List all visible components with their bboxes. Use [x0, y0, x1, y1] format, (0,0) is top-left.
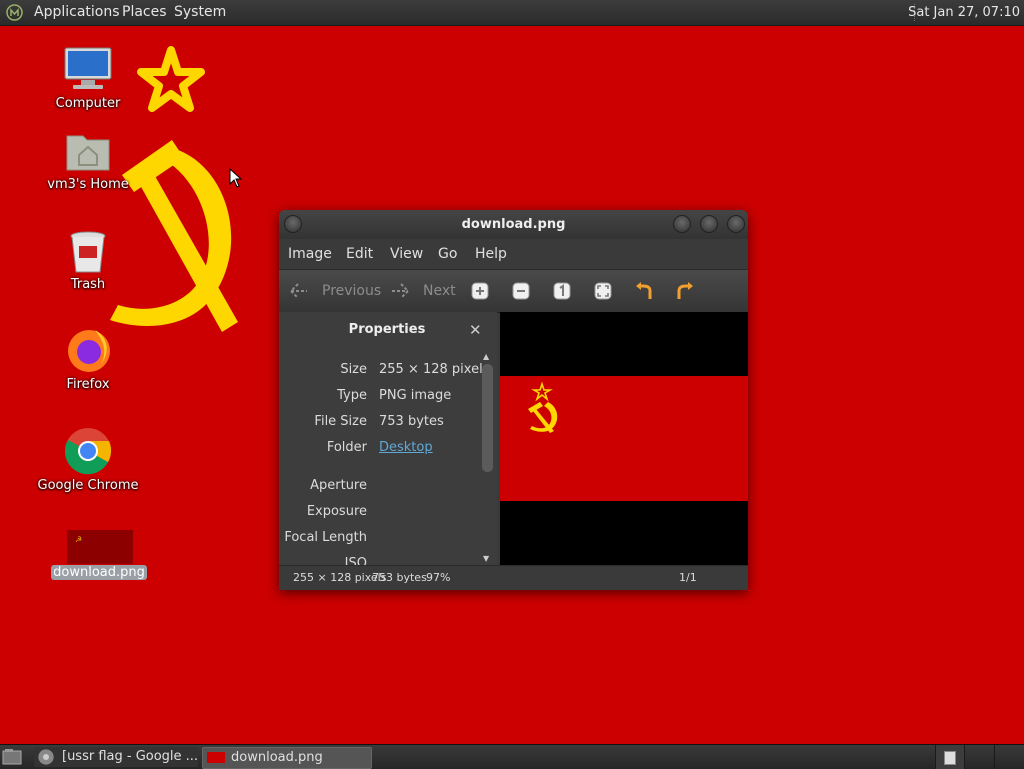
task-chrome[interactable]: [ussr flag - Google ...	[34, 747, 198, 767]
scroll-up-icon[interactable]: ▲	[483, 352, 489, 361]
desktop-icon-trash[interactable]: Trash	[28, 228, 148, 296]
prop-value-type: PNG image	[379, 388, 452, 403]
close-sidebar-icon[interactable]: ✕	[469, 312, 482, 348]
image-file-icon	[207, 752, 225, 763]
maximize-button[interactable]	[700, 215, 718, 233]
next-label: Next	[423, 283, 456, 299]
properties-sidebar: Properties ✕ Size 255 × 128 pixels Type …	[279, 312, 497, 571]
prop-value-file-size: 753 bytes	[379, 414, 444, 429]
desktop-icon-label: Computer	[55, 96, 121, 111]
desktop-icon-label: vm3's Home	[47, 177, 129, 192]
clock[interactable]: Sat Jan 27, 07:10	[908, 0, 1020, 25]
svg-text:☭: ☭	[75, 535, 82, 544]
menu-edit[interactable]: Edit	[346, 239, 373, 269]
previous-label: Previous	[322, 283, 382, 299]
desktop-icon-label: download.png	[51, 565, 147, 580]
ussr-flag-image	[500, 376, 748, 501]
toolbar: Previous Next	[279, 269, 748, 313]
workspace-3[interactable]	[994, 745, 1024, 769]
system-menu[interactable]: System	[174, 0, 226, 25]
image-viewer-window: download.png Image Edit View Go Help Pre…	[279, 210, 748, 590]
chrome-icon	[64, 428, 112, 475]
image-view[interactable]	[500, 312, 748, 565]
prop-value-size: 255 × 128 pixels	[379, 362, 490, 377]
status-zoom: 97%	[426, 571, 451, 584]
desktop-icon-firefox[interactable]: Firefox	[28, 326, 148, 396]
prop-key-folder: Folder	[326, 440, 367, 455]
menu-help[interactable]: Help	[475, 239, 507, 269]
zoom-in-icon[interactable]	[470, 281, 490, 301]
show-desktop-icon[interactable]	[2, 748, 22, 766]
mouse-pointer-icon	[229, 168, 243, 188]
task-label: [ussr flag - Google ...	[62, 749, 199, 764]
top-panel: Applications Places System Sat Jan 27, 0…	[0, 0, 1024, 26]
menu-view[interactable]: View	[390, 239, 423, 269]
workspace-2[interactable]	[964, 745, 994, 769]
prop-key-size: Size	[340, 362, 367, 377]
trash-icon	[70, 231, 106, 273]
menu-go[interactable]: Go	[438, 239, 457, 269]
mate-logo-icon[interactable]	[6, 4, 23, 21]
bottom-taskbar: [ussr flag - Google ... download.png	[0, 744, 1024, 769]
menu-image[interactable]: Image	[288, 239, 332, 269]
prop-key-exposure: Exposure	[306, 504, 367, 519]
sidebar-scrollbar-thumb[interactable]	[482, 364, 493, 472]
desktop-icon-download-png[interactable]: ☭ download.png	[40, 530, 160, 586]
close-button[interactable]	[727, 215, 745, 233]
status-file-size: 753 bytes	[372, 571, 427, 584]
computer-icon	[64, 47, 112, 89]
menubar: Image Edit View Go Help	[279, 239, 748, 269]
desktop-icon-home[interactable]: vm3's Home	[28, 128, 148, 196]
prop-key-focal-length: Focal Length	[284, 530, 367, 545]
desktop-icon-computer[interactable]: Computer	[28, 45, 148, 115]
sidebar-title: Properties	[348, 322, 426, 337]
desktop-icon-label: Firefox	[66, 377, 110, 392]
image-file-icon: ☭	[67, 530, 133, 564]
prop-key-file-size: File Size	[314, 414, 367, 429]
best-fit-icon[interactable]	[593, 281, 613, 301]
folder-link[interactable]: Desktop	[379, 440, 433, 455]
scroll-down-icon[interactable]: ▼	[483, 554, 489, 563]
prop-key-aperture: Aperture	[310, 478, 367, 493]
sidebar-header: Properties ✕	[279, 312, 497, 348]
rotate-right-icon[interactable]	[675, 281, 695, 301]
home-folder-icon	[66, 135, 110, 171]
workspace-1[interactable]	[935, 745, 964, 769]
task-download-png[interactable]: download.png	[202, 747, 372, 769]
minimize-button[interactable]	[673, 215, 691, 233]
desktop-icon-chrome[interactable]: Google Chrome	[28, 427, 148, 497]
task-label: download.png	[231, 750, 323, 765]
window-titlebar[interactable]: download.png	[279, 210, 748, 239]
firefox-icon	[68, 330, 110, 372]
places-menu[interactable]: Places	[122, 0, 167, 25]
go-previous-icon	[289, 283, 307, 299]
rotate-left-icon[interactable]	[634, 281, 654, 301]
workspace-window-preview	[944, 751, 956, 765]
go-next-icon	[392, 283, 410, 299]
prop-key-type: Type	[337, 388, 367, 403]
zoom-out-icon[interactable]	[511, 281, 531, 301]
desktop-icon-label: Google Chrome	[37, 478, 139, 493]
chrome-icon	[38, 749, 54, 765]
status-position: 1/1	[679, 571, 697, 584]
desktop-icon-label: Trash	[70, 277, 106, 292]
normal-size-icon[interactable]	[552, 281, 572, 301]
applications-menu[interactable]: Applications	[34, 0, 120, 25]
statusbar: 255 × 128 pixels 753 bytes 97% 1/1	[279, 565, 748, 590]
